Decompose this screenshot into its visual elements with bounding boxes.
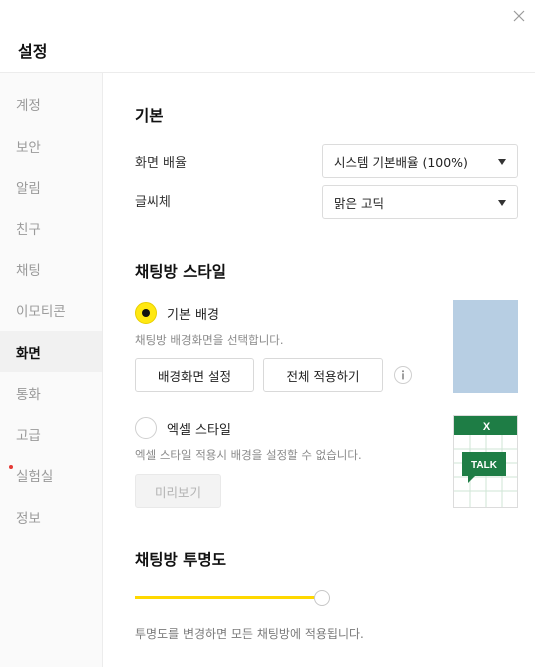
info-button[interactable] xyxy=(393,365,413,385)
sidebar-item-notifications[interactable]: 알림 xyxy=(0,166,102,207)
window-title: 설정 xyxy=(18,42,48,61)
screen-ratio-label: 화면 배율 xyxy=(135,156,187,171)
section-title-chat-style: 채팅방 스타일 xyxy=(135,263,226,281)
background-preview xyxy=(453,300,518,393)
slider-thumb[interactable] xyxy=(314,590,330,606)
new-badge-dot xyxy=(9,465,13,469)
excel-bubble-label: TALK xyxy=(471,460,498,471)
info-icon xyxy=(394,366,412,384)
sidebar-item-friends[interactable]: 친구 xyxy=(0,207,102,248)
sidebar-item-label: 알림 xyxy=(16,180,41,197)
sidebar-item-calls[interactable]: 통화 xyxy=(0,372,102,413)
excel-header-label: X xyxy=(483,421,491,433)
set-background-button-label: 배경화면 설정 xyxy=(158,368,231,384)
font-select[interactable]: 맑은 고딕 xyxy=(322,185,518,219)
sidebar-item-labs[interactable]: 실험실 xyxy=(0,454,102,495)
radio-default-background[interactable] xyxy=(135,302,157,324)
sidebar-item-label: 채팅 xyxy=(16,262,41,279)
sidebar-item-account[interactable]: 계정 xyxy=(0,83,102,124)
sidebar-item-label: 이모티콘 xyxy=(16,303,66,320)
transparency-hint: 투명도를 변경하면 모든 채팅방에 적용됩니다. xyxy=(135,627,364,641)
sidebar-item-label: 통화 xyxy=(16,386,41,403)
sidebar-item-label: 화면 xyxy=(16,345,41,362)
excel-style-hint: 엑셀 스타일 적용시 배경을 설정할 수 없습니다. xyxy=(135,448,362,462)
sidebar-item-info[interactable]: 정보 xyxy=(0,496,102,537)
radio-excel-style[interactable] xyxy=(135,417,157,439)
sidebar-item-label: 친구 xyxy=(16,221,41,238)
sidebar-item-emoticons[interactable]: 이모티콘 xyxy=(0,289,102,330)
default-background-hint: 채팅방 배경화면을 선택합니다. xyxy=(135,333,284,347)
apply-all-button-label: 전체 적용하기 xyxy=(286,368,360,384)
caret-down-icon xyxy=(498,200,506,206)
settings-content: 기본 화면 배율 시스템 기본배율 (100%) 글씨체 맑은 고딕 채팅방 스… xyxy=(104,73,535,667)
apply-all-button[interactable]: 전체 적용하기 xyxy=(263,358,383,392)
sidebar-item-advanced[interactable]: 고급 xyxy=(0,413,102,454)
excel-grid-icon: X TALK xyxy=(454,416,517,507)
font-value: 맑은 고딕 xyxy=(334,195,384,211)
screen-ratio-select[interactable]: 시스템 기본배율 (100%) xyxy=(322,144,518,178)
screen-ratio-value: 시스템 기본배율 (100%) xyxy=(334,154,468,170)
close-button[interactable] xyxy=(509,6,529,26)
excel-style-label[interactable]: 엑셀 스타일 xyxy=(167,419,231,438)
sidebar-item-chat[interactable]: 채팅 xyxy=(0,248,102,289)
set-background-button[interactable]: 배경화면 설정 xyxy=(135,358,254,392)
settings-window: 설정 계정 보안 알림 친구 채팅 이모티콘 화면 통화 고급 실험실 정보 기… xyxy=(0,0,535,667)
preview-button-label: 미리보기 xyxy=(154,484,201,500)
caret-down-icon xyxy=(498,159,506,165)
font-label: 글씨체 xyxy=(135,195,171,210)
excel-style-preview: X TALK xyxy=(453,415,518,508)
sidebar-item-label: 정보 xyxy=(16,510,41,527)
sidebar-item-security[interactable]: 보안 xyxy=(0,125,102,166)
default-background-label[interactable]: 기본 배경 xyxy=(167,304,219,323)
settings-sidebar: 계정 보안 알림 친구 채팅 이모티콘 화면 통화 고급 실험실 정보 xyxy=(0,73,103,667)
section-title-transparency: 채팅방 투명도 xyxy=(135,551,226,569)
section-title-basic: 기본 xyxy=(135,107,164,125)
sidebar-item-label: 계정 xyxy=(16,97,41,114)
transparency-slider[interactable] xyxy=(135,590,330,606)
sidebar-item-display[interactable]: 화면 xyxy=(0,331,102,372)
sidebar-item-label: 고급 xyxy=(16,427,41,444)
sidebar-item-label: 실험실 xyxy=(16,468,54,485)
preview-button[interactable]: 미리보기 xyxy=(135,474,221,508)
close-icon xyxy=(513,10,525,22)
slider-fill xyxy=(135,596,322,599)
sidebar-item-label: 보안 xyxy=(16,139,41,156)
